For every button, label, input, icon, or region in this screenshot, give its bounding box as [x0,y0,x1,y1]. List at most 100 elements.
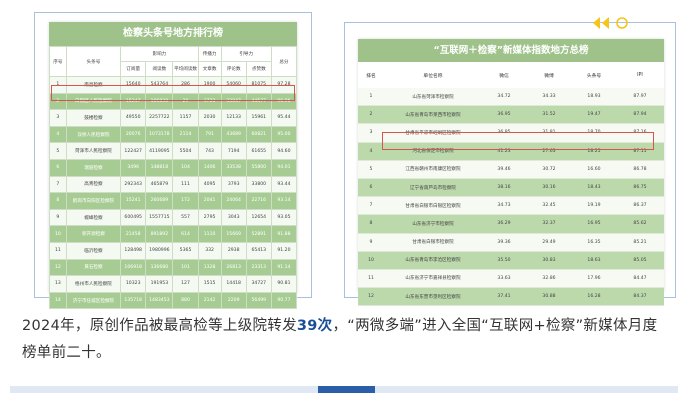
table-cell: 4095 [197,175,222,194]
table-cell: 山东省菏泽市检察院 [384,88,482,107]
bottom-divider-accent [318,386,375,393]
table-cell: 128498 [120,241,147,260]
table-cell: 甘肃省白银市检察院 [384,233,482,252]
col-subscribers: 订阅量 [120,61,147,77]
table-cell: 16.60 [572,160,616,179]
table-cell: 江西省赣州市南康区检察院 [384,160,482,179]
table-cell: 1483453 [145,291,174,310]
table-cell: 12133 [220,109,247,127]
group-spread: 传播力 [197,46,222,62]
table-cell: 10 [49,225,67,243]
table-cell: 3043 [220,208,247,227]
table-row: 9 椒峰检察 600495 1557715 557 2795 3043 12654 93.05 [49,208,298,227]
deco-dot-icon [616,17,628,29]
table-cell: 山东省济宁市嘉祥县检察院 [384,269,482,289]
table-cell: 鹤岗市向阳区检察院 [65,192,122,210]
table-cell: 15669 [220,225,247,243]
table-cell: 104 [172,158,199,177]
table-cell: 86.37 [616,196,664,216]
table-row: 9 甘肃省白银市检察院 39.36 29.49 16.35 85.21 [358,233,664,252]
right-image-frame: “互联网＋检察”新媒体指数地方总榜 排名 单位名称 微信 微博 头条号 IPI … [344,22,676,307]
col-unit: 单位名称 [423,73,443,79]
table-cell: 32.45 [526,196,572,216]
table-cell: 94.01 [270,158,298,177]
table-cell: 14418 [220,275,247,293]
table-cell: 梧州市人民检察院 [65,275,122,293]
table-cell: 4119095 [145,142,174,160]
table-cell: 椒峰检察 [65,208,122,227]
table-cell: 6 [358,178,384,198]
table-cell: 135718 [120,291,147,310]
table-cell: 甘肃省白银市白银区检察院 [384,196,482,216]
table-cell: 13 [49,275,67,293]
table-cell: 36.29 [482,214,526,234]
col-toutiao: 头条号 [586,73,602,79]
table-cell: 15241 [120,192,147,210]
table-cell: 90.77 [270,291,298,310]
table-cell: 20076 [120,125,147,144]
col-comments: 评论数 [220,61,247,77]
table-cell: 32.37 [526,214,572,234]
col-reads: 阅读数 [145,61,174,77]
table-cell: 2041 [197,192,222,210]
table-cell: 39.36 [482,233,526,252]
table-cell: 557 [172,208,199,227]
table-cell: 55800 [245,158,272,177]
table-cell: 12654 [245,208,272,227]
table-cell: 17.96 [572,269,616,289]
table-row: 14 济宁市任城区检察院 135718 1483453 880 2142 2209 56499… [49,291,298,310]
table-row: 1 山东省菏泽市检察院 34.72 34.33 18.93 87.97 [358,88,664,107]
table-cell: 3 [358,123,384,143]
table-cell: 1557715 [145,208,174,227]
table-cell: 9 [49,208,67,227]
table-cell: 127 [172,275,199,293]
table-cell: 32.86 [526,269,572,289]
table-cell: 743 [197,142,222,160]
table-cell: 2209 [220,291,247,310]
table-cell: 5365 [172,241,199,260]
table-cell: 1073178 [145,125,174,144]
table-cell: 39.46 [482,160,526,179]
table-cell: 93.14 [270,192,298,210]
table-cell: 90.81 [270,275,298,293]
table-cell: 56499 [245,291,272,310]
table-cell: 辽宁省葫芦岛市检察院 [384,178,482,198]
table-cell: 黄石检察 [65,258,122,277]
table-row: 12 山东省东营市垦利区检察院 37.41 30.88 16.28 84.37 [358,287,664,307]
table-cell: 791 [197,125,222,144]
table-cell: 111 [172,175,199,194]
table-cell: 60821 [245,125,272,144]
table-cell: 85.62 [616,214,664,234]
table-cell: 18.63 [572,251,616,270]
table-cell: 260689 [145,192,174,210]
table-cell: 30.83 [526,251,572,270]
table-cell: 8 [49,192,67,210]
headline-ranking-sheet: 检察头条号地方排行榜 序号 头条号 影响力 传播力 引导力 总分 订阅量 阅读数 [49,22,298,310]
table-row: 10 山东省青岛市李沧区检察院 35.50 30.83 18.63 85.05 [358,251,664,270]
table-cell: 43689 [220,125,247,144]
table-cell: 65413 [245,241,272,260]
table-cell: 52891 [245,225,272,243]
table-cell: 95.44 [270,109,298,127]
table-cell: 31.52 [526,105,572,125]
table-cell: 91.20 [270,241,298,260]
table-row: 6 瑞丽检察 3496 148818 104 1406 33538 55800 94.01 [49,158,298,177]
table-cell: 22716 [245,192,272,210]
table-cell: 93.05 [270,208,298,227]
table-cell: 1 [358,88,384,107]
deco-arrow-icon-2 [602,17,609,29]
table-cell: 1328 [197,258,222,277]
table-cell: 18.93 [572,88,616,107]
table-cell: 6 [49,158,67,177]
table-cell: 3 [49,109,67,127]
table-cell: 34727 [245,275,272,293]
table-cell: 高青检察 [65,175,122,194]
table-row: 6 辽宁省葫芦岛市检察院 38.16 30.16 18.43 86.75 [358,178,664,198]
table-cell: 191953 [145,275,174,293]
table-cell: 山东省济宁市检察院 [384,214,482,234]
table-cell: 34.72 [482,88,526,107]
table-cell: 30.16 [526,178,572,198]
table-cell: 山东省东营市垦利区检察院 [384,287,482,307]
table-cell: 29.49 [526,233,572,252]
play-arrows-decoration [593,17,628,29]
